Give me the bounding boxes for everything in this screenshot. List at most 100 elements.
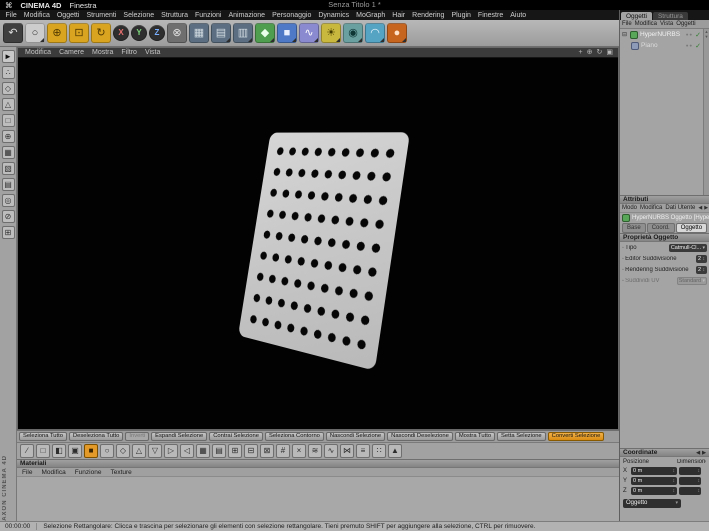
history-forward-icon[interactable]: ▶ — [704, 205, 708, 211]
menu-item[interactable]: Animazione — [225, 12, 269, 19]
hypernurbs-plane-object[interactable] — [238, 132, 411, 371]
modeling-tool-icon[interactable]: ∿ — [324, 444, 338, 458]
position-field[interactable]: 0 m ↕ — [631, 477, 677, 485]
attr-tab-coord[interactable]: Coord. — [646, 223, 675, 233]
selection-command-button[interactable]: Seleziona Tutto — [19, 432, 67, 441]
viewport-canvas[interactable] — [18, 58, 618, 429]
viewport-menu-item[interactable]: Camere — [55, 49, 88, 56]
model-mode-icon[interactable]: □ — [1, 114, 15, 127]
modeling-tool-icon[interactable]: ⋈ — [340, 444, 354, 458]
pan-view-icon[interactable]: + — [579, 48, 583, 58]
scale-icon[interactable]: ⊡ — [69, 23, 89, 43]
z-axis-lock-icon[interactable]: Z — [149, 25, 165, 41]
position-field[interactable]: 0 m ↕ — [631, 487, 677, 495]
object-manager-menu-item[interactable]: Modifica — [635, 21, 657, 27]
selection-command-button[interactable]: Deseleziona Tutto — [68, 432, 124, 441]
attr-tab-oggetto[interactable]: Oggetto — [675, 223, 708, 233]
menu-item[interactable]: Rendering — [409, 12, 448, 19]
y-axis-lock-icon[interactable]: Y — [131, 25, 147, 41]
modeling-tool-icon[interactable]: ◧ — [52, 444, 66, 458]
materials-area[interactable] — [17, 477, 619, 521]
add-light-icon[interactable]: ☀ — [321, 23, 341, 43]
menu-item[interactable]: File — [2, 12, 20, 19]
object-manager-menu-item[interactable]: File — [622, 21, 632, 27]
coord-next-icon[interactable]: ▶ — [702, 450, 706, 456]
snap-mode-icon[interactable]: ⊞ — [1, 226, 15, 239]
size-field[interactable]: ↕ — [679, 487, 701, 495]
modeling-tool-icon[interactable]: ≡ — [356, 444, 370, 458]
expand-toggle-icon[interactable]: ⊟ — [622, 31, 628, 38]
viewport-menu-item[interactable]: Filtro — [117, 49, 141, 56]
add-environment-icon[interactable]: ◠ — [365, 23, 385, 43]
visibility-dots-icon[interactable]: ●● — [686, 43, 693, 48]
menu-item[interactable]: Struttura — [158, 12, 192, 19]
add-camera-icon[interactable]: ◉ — [343, 23, 363, 43]
enabled-check-icon[interactable]: ✓ — [695, 31, 701, 39]
texture-mode-icon[interactable]: ▦ — [1, 146, 15, 159]
viewport-menu-item[interactable]: Vista — [141, 49, 164, 56]
modeling-tool-icon[interactable]: △ — [132, 444, 146, 458]
add-material-icon[interactable]: ● — [387, 23, 407, 43]
attributes-menu-item[interactable]: Modo — [622, 205, 637, 211]
attr-tab-base[interactable]: Base — [622, 223, 646, 233]
modeling-tool-icon[interactable]: ▦ — [196, 444, 210, 458]
coordinate-system-icon[interactable]: ⊗ — [167, 23, 187, 43]
menu-item[interactable]: Funzioni — [192, 12, 225, 19]
rotate-view-icon[interactable]: ↻ — [597, 48, 603, 58]
modeling-tool-icon[interactable]: ▽ — [148, 444, 162, 458]
visibility-dots-icon[interactable]: ●● — [686, 32, 693, 37]
menu-item[interactable]: Hair — [389, 12, 409, 19]
maximize-view-icon[interactable]: ▣ — [606, 48, 613, 58]
menu-item[interactable]: Strumenti — [83, 12, 120, 19]
selection-command-button[interactable]: Nascondi Selezione — [325, 432, 386, 441]
position-field[interactable]: 0 m ↕ — [631, 467, 677, 475]
selection-command-button[interactable]: Seleziona Contorno — [264, 432, 324, 441]
size-field[interactable]: ↕ — [679, 477, 701, 485]
materials-menu-item[interactable]: File — [22, 469, 32, 476]
attribute-value-widget[interactable]: Standard — [676, 276, 707, 285]
rotate-icon[interactable]: ↻ — [91, 23, 111, 43]
viewport-menu-item[interactable]: Modifica — [21, 49, 55, 56]
viewport[interactable]: Modifica Camere Mostra Filtro Vista + ⊕ ↻ ▣ — [17, 47, 619, 430]
undo-icon[interactable]: ↶ — [3, 23, 23, 43]
materials-menu-item[interactable]: Funzione — [75, 469, 102, 476]
lock-mode-icon[interactable]: ⊘ — [1, 210, 15, 223]
modeling-tool-icon[interactable]: ◁ — [180, 444, 194, 458]
selection-command-button[interactable]: Converti Selezione — [547, 432, 605, 441]
modeling-tool-icon[interactable]: ■ — [84, 444, 98, 458]
menu-item[interactable]: Aiuto — [507, 12, 530, 19]
menu-item[interactable]: Finestre — [474, 12, 506, 19]
attributes-menu-item[interactable]: Dati Utente — [665, 205, 695, 211]
attributes-menu-item[interactable]: Modifica — [640, 205, 662, 211]
selection-command-button[interactable]: Inverti — [125, 432, 150, 441]
modeling-tool-icon[interactable]: ○ — [100, 444, 114, 458]
object-row-hypernurbs[interactable]: ⊟ HyperNURBS ●● ✓ — [620, 29, 709, 40]
animation-mode-icon[interactable]: ◎ — [1, 194, 15, 207]
attribute-value-widget[interactable]: 2 — [696, 265, 707, 274]
selection-command-button[interactable]: Mostra Tutto — [454, 432, 496, 441]
selection-command-button[interactable]: Espandi Selezione — [151, 432, 208, 441]
tab-oggetti[interactable]: Oggetti — [621, 12, 652, 20]
stepper-icon[interactable]: ↕ — [673, 477, 676, 485]
menu-item[interactable]: Modifica — [20, 12, 53, 19]
modeling-tool-icon[interactable]: ∕ — [20, 444, 34, 458]
apple-menu-icon[interactable]: ⌘ — [5, 1, 13, 10]
modeling-tool-icon[interactable]: ▣ — [68, 444, 82, 458]
finestra-menu[interactable]: Finestra — [69, 1, 96, 10]
coord-prev-icon[interactable]: ◀ — [696, 450, 700, 456]
modeling-tool-icon[interactable]: ◇ — [116, 444, 130, 458]
modeling-tool-icon[interactable]: ⊠ — [260, 444, 274, 458]
live-selection-icon[interactable]: ○ — [25, 23, 45, 43]
materials-menu-item[interactable]: Modifica — [41, 469, 65, 476]
object-row-piano[interactable]: Piano ●● ✓ — [620, 40, 709, 51]
render-view-icon[interactable]: ▦ — [189, 23, 209, 43]
object-manager-menu-item[interactable]: Oggetti — [676, 21, 695, 27]
cursor-tool-icon[interactable]: ► — [1, 50, 15, 63]
modeling-tool-icon[interactable]: ▲ — [388, 444, 402, 458]
x-axis-lock-icon[interactable]: X — [113, 25, 129, 41]
stepper-icon[interactable]: ↕ — [673, 467, 676, 475]
menu-item[interactable]: Dynamics — [315, 12, 353, 19]
viewport-menu-item[interactable]: Mostra — [88, 49, 117, 56]
object-manager-menu-item[interactable]: Vista — [660, 21, 673, 27]
workplane-mode-icon[interactable]: ▤ — [1, 178, 15, 191]
